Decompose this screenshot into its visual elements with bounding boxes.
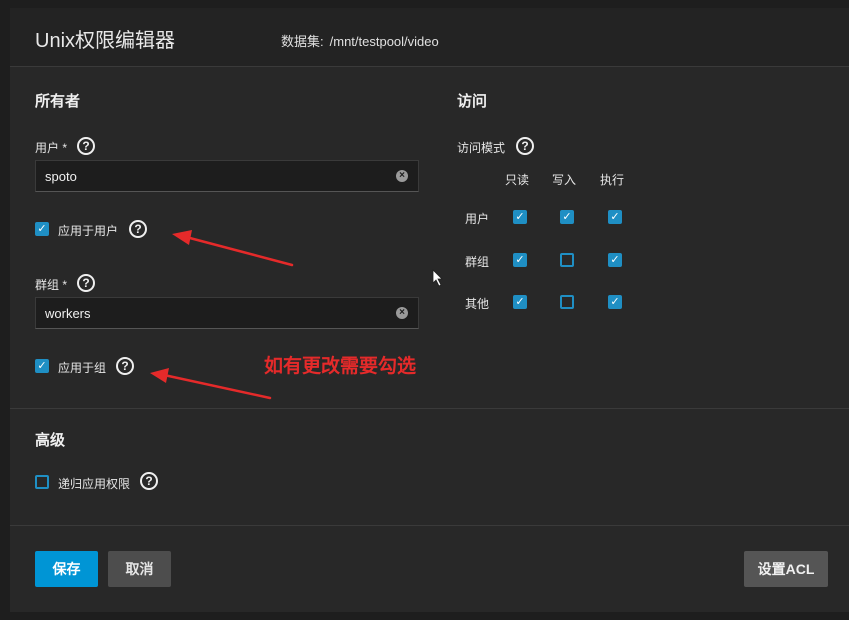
annotation-arrowhead-group bbox=[150, 368, 169, 383]
annotation-arrows bbox=[150, 230, 443, 400]
annotation-arrow-user bbox=[184, 235, 294, 267]
annotation-arrowhead-user bbox=[172, 230, 192, 245]
mouse-cursor-icon bbox=[432, 269, 443, 287]
annotation-arrow-group bbox=[162, 373, 272, 400]
